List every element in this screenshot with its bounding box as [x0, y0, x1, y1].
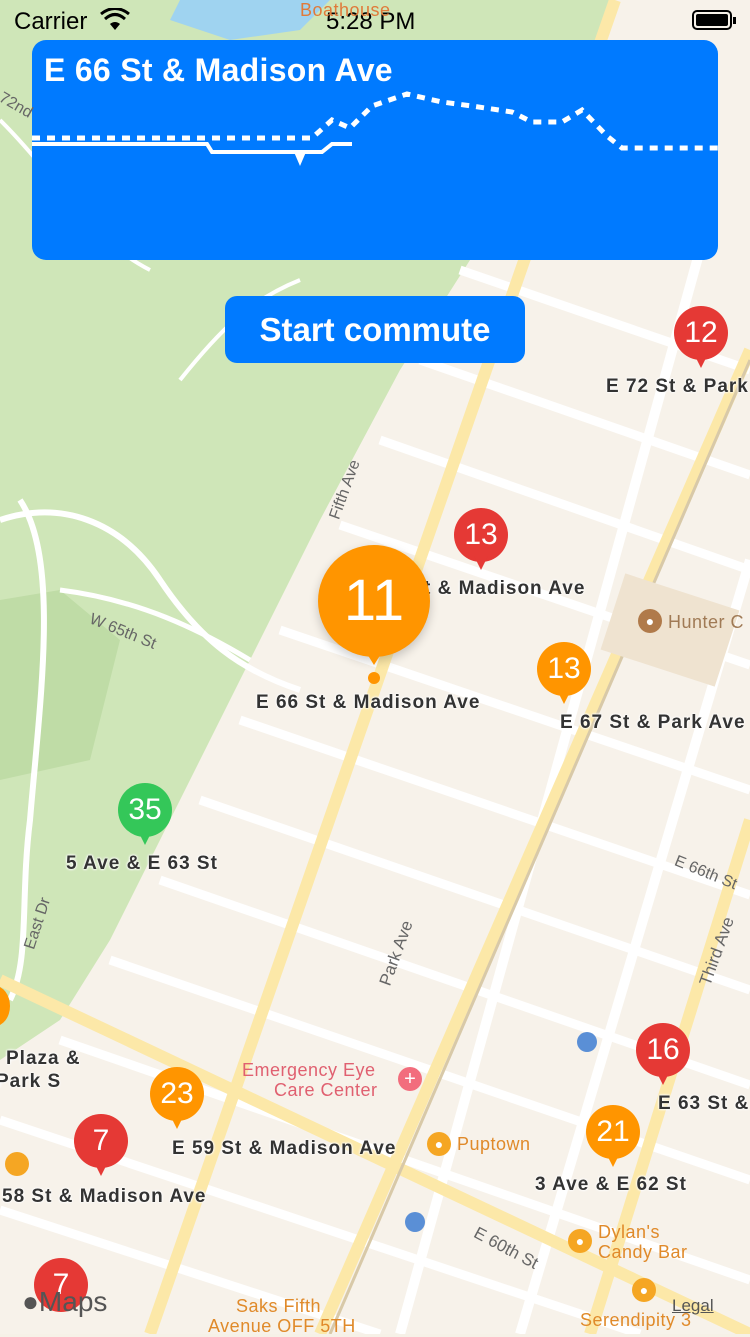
transit-icon[interactable] — [405, 1212, 425, 1232]
station-label: 3 Ave & E 62 St — [535, 1174, 687, 1195]
candy-icon[interactable]: ● — [568, 1229, 592, 1253]
school-icon[interactable]: ● — [638, 609, 662, 633]
pin-count: 11 — [318, 545, 430, 657]
station-label: E 67 St & Park Ave — [560, 712, 746, 733]
pin-count: 12 — [674, 306, 728, 360]
station-label: E 63 St & — [658, 1093, 750, 1114]
pin-count: 21 — [586, 1105, 640, 1159]
station-label: t & Madison Ave — [424, 578, 586, 599]
pin-count: 13 — [454, 508, 508, 562]
station-label: E 72 St & Park — [606, 376, 749, 397]
poi-label: Saks Fifth — [236, 1296, 322, 1316]
station-label: E 66 St & Madison Ave — [256, 692, 481, 713]
route-card[interactable]: E 66 St & Madison Ave — [32, 40, 718, 260]
station-label: 58 St & Madison Ave — [2, 1186, 207, 1207]
pin-count: 35 — [118, 783, 172, 837]
battery-icon — [692, 10, 738, 37]
pet-icon[interactable]: ● — [427, 1132, 451, 1156]
carrier-label: Carrier — [14, 8, 88, 35]
pin-count: 23 — [150, 1067, 204, 1121]
station-label: E 59 St & Madison Ave — [172, 1138, 397, 1159]
apple-icon: ● — [22, 1286, 39, 1317]
poi-label: Boathouse — [300, 0, 391, 20]
maps-logo: ●Maps — [22, 1286, 108, 1317]
route-title: E 66 St & Madison Ave — [44, 52, 393, 88]
poi-label: Candy Bar — [598, 1242, 688, 1262]
poi-label: Dylan's — [598, 1222, 660, 1242]
poi-label: Emergency Eye — [242, 1060, 376, 1080]
station-label: 5 Ave & E 63 St — [66, 853, 218, 874]
legal-link[interactable]: Legal — [672, 1296, 714, 1316]
start-commute-button[interactable]: Start commute — [225, 296, 525, 363]
station-label: Park S — [0, 1071, 62, 1092]
station-label: Plaza & — [6, 1048, 81, 1069]
pin-count: 7 — [74, 1114, 128, 1168]
cafe-icon[interactable]: ● — [632, 1278, 656, 1302]
medical-icon[interactable]: + — [398, 1067, 422, 1091]
transit-icon[interactable] — [577, 1032, 597, 1052]
pin-count: 16 — [636, 1023, 690, 1077]
shopping-icon[interactable] — [5, 1152, 29, 1176]
pin-count: 13 — [537, 642, 591, 696]
poi-label: Care Center — [274, 1080, 378, 1100]
wifi-icon — [100, 7, 130, 37]
poi-label: Puptown — [457, 1134, 531, 1154]
poi-label: Hunter C — [668, 612, 745, 632]
